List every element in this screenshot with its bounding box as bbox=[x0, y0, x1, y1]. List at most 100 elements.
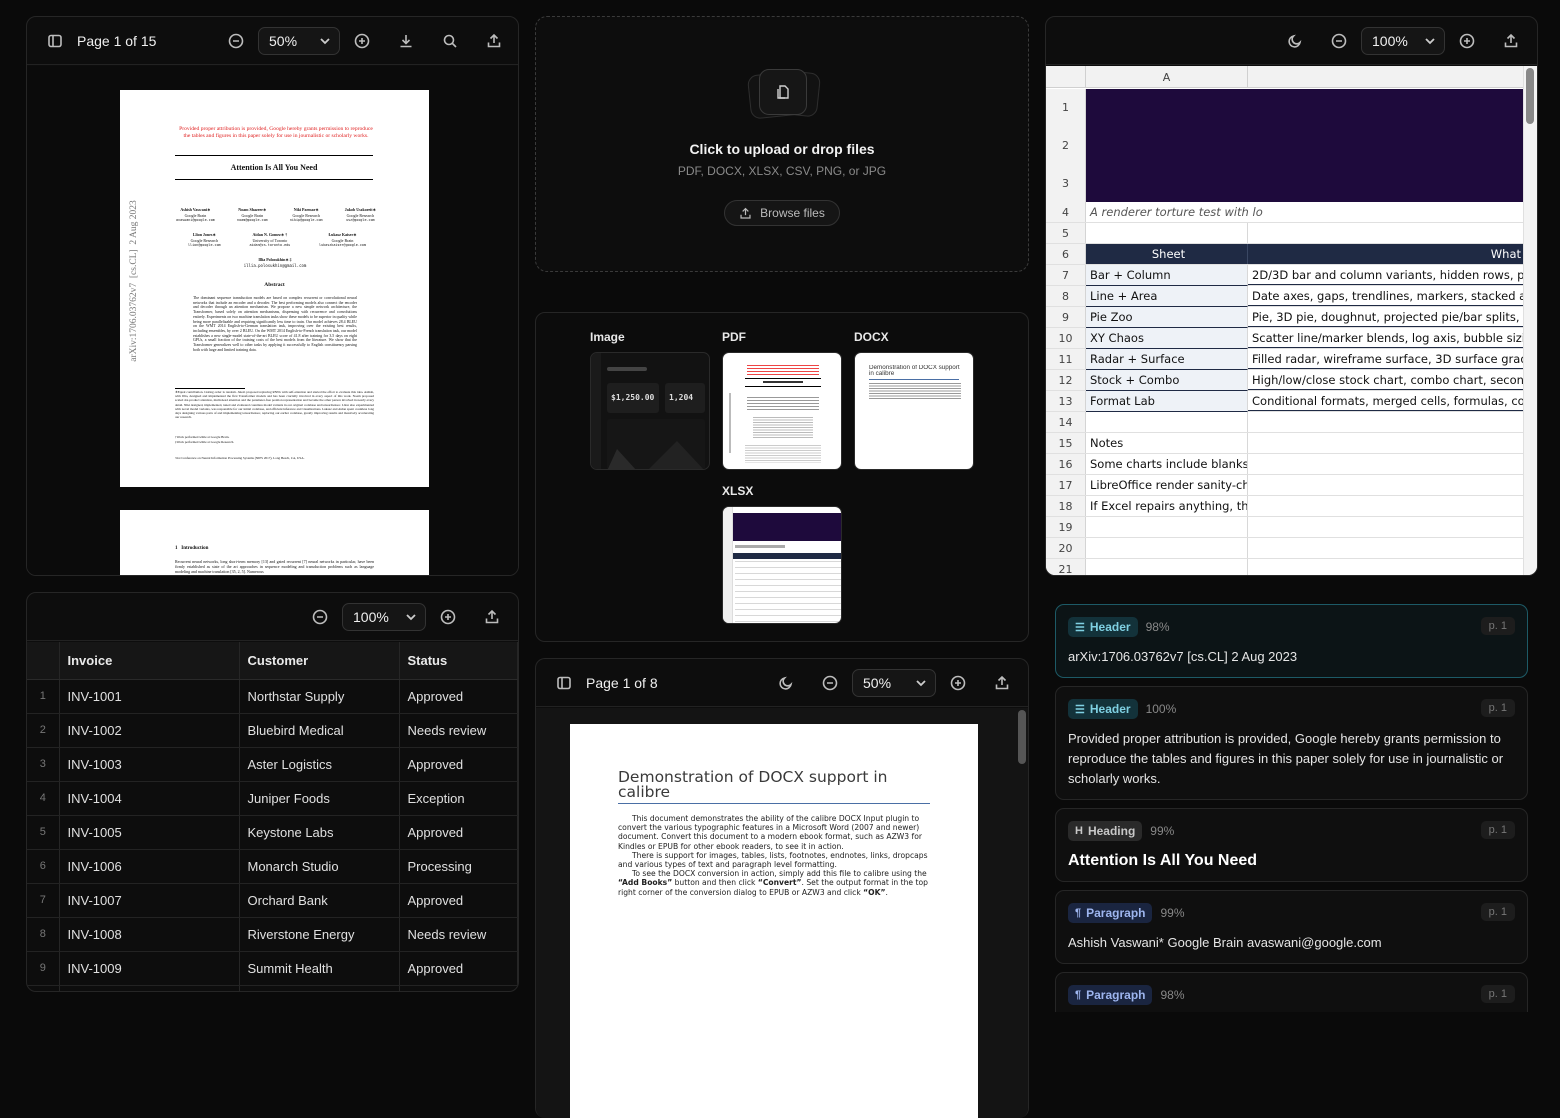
share-icon[interactable] bbox=[482, 29, 506, 53]
zoom-out-icon[interactable] bbox=[1327, 29, 1351, 53]
zoom-out-icon[interactable] bbox=[818, 671, 842, 695]
row-number[interactable]: 3 bbox=[1046, 164, 1086, 202]
download-icon[interactable] bbox=[394, 29, 418, 53]
cell-b[interactable]: Date axes, gaps, trendlines, markers, st… bbox=[1248, 286, 1523, 306]
cell-a[interactable]: Line + Area bbox=[1086, 286, 1248, 307]
cell-a[interactable]: Format Lab bbox=[1086, 391, 1248, 412]
zoom-out-icon[interactable] bbox=[308, 605, 332, 629]
scrollbar-thumb[interactable] bbox=[1018, 710, 1026, 764]
cell-b[interactable] bbox=[1248, 433, 1523, 453]
cell-a[interactable] bbox=[1086, 517, 1248, 537]
row-number[interactable]: 8 bbox=[1046, 286, 1086, 306]
content-block[interactable]: ¶ Paragraph 99% p. 1 Ashish Vaswani* Google … bbox=[1055, 890, 1528, 964]
scrollbar-thumb[interactable] bbox=[1526, 68, 1534, 124]
table-row[interactable]: 3 INV-1003 Aster Logistics Approved bbox=[27, 747, 518, 782]
zoom-out-icon[interactable] bbox=[224, 29, 248, 53]
table-scroll[interactable]: Invoice Customer Status 1 INV-1001 Northst… bbox=[27, 642, 518, 991]
cell-b[interactable]: Conditional formats, merged cells, formu… bbox=[1248, 391, 1523, 411]
content-block[interactable]: ¶ Paragraph 98% p. 1 bbox=[1055, 972, 1528, 1012]
dark-mode-icon[interactable] bbox=[1283, 29, 1307, 53]
sample-xlsx-thumbnail[interactable] bbox=[722, 506, 842, 624]
share-icon[interactable] bbox=[990, 671, 1014, 695]
browse-files-button[interactable]: Browse files bbox=[724, 200, 840, 226]
row-number[interactable]: 15 bbox=[1046, 433, 1086, 453]
cell-a[interactable] bbox=[1086, 223, 1248, 243]
cell-a[interactable] bbox=[1086, 89, 1248, 126]
cell-a[interactable] bbox=[1086, 559, 1248, 575]
table-row[interactable]: 1 INV-1001 Northstar Supply Approved bbox=[27, 679, 518, 714]
cell-b[interactable]: Pie, 3D pie, doughnut, projected pie/bar… bbox=[1248, 307, 1523, 327]
table-row[interactable]: 8 INV-1008 Riverstone Energy Needs review bbox=[27, 917, 518, 952]
dark-mode-icon[interactable] bbox=[774, 671, 798, 695]
row-number[interactable]: 10 bbox=[1046, 328, 1086, 348]
table-row[interactable]: 6 INV-1006 Monarch Studio Processing bbox=[27, 849, 518, 884]
zoom-select[interactable]: 100% bbox=[342, 602, 426, 631]
row-number[interactable]: 12 bbox=[1046, 370, 1086, 390]
column-header[interactable]: Status bbox=[399, 642, 518, 680]
cell-a[interactable]: Pie Zoo bbox=[1086, 307, 1248, 328]
cell-b[interactable]: What bbox=[1248, 244, 1523, 264]
cell-b[interactable]: Filled radar, wireframe surface, 3D surf… bbox=[1248, 349, 1523, 369]
cell-b[interactable]: High/low/close stock chart, combo chart,… bbox=[1248, 370, 1523, 390]
cell-b[interactable] bbox=[1248, 126, 1523, 164]
cell-b[interactable]: 2D/3D bar and column variants, hidden ro… bbox=[1248, 265, 1523, 285]
cell-b[interactable] bbox=[1248, 454, 1523, 474]
row-number[interactable]: 9 bbox=[1046, 307, 1086, 327]
cell-b[interactable]: Scatter line/marker blends, log axis, bu… bbox=[1248, 328, 1523, 348]
row-number[interactable]: 7 bbox=[1046, 265, 1086, 285]
share-icon[interactable] bbox=[480, 605, 504, 629]
row-number[interactable]: 20 bbox=[1046, 538, 1086, 558]
sheet-grid[interactable]: A 1234A renderer torture test with lo 5 6 S… bbox=[1046, 66, 1537, 575]
row-number[interactable]: 6 bbox=[1046, 244, 1086, 264]
content-block[interactable]: ☰ Header 100% p. 1 Provided proper attributi… bbox=[1055, 686, 1528, 800]
content-block[interactable]: ☰ Header 98% p. 1 arXiv:1706.03762v7 [cs.CL]… bbox=[1055, 604, 1528, 678]
row-number[interactable]: 1 bbox=[1046, 89, 1086, 126]
column-header[interactable]: Invoice bbox=[59, 642, 240, 680]
row-number[interactable]: 5 bbox=[1046, 223, 1086, 243]
row-number[interactable]: 4 bbox=[1046, 202, 1086, 222]
docx-canvas[interactable]: Demonstration of DOCX support in calibre… bbox=[536, 708, 1028, 1118]
zoom-select[interactable]: 50% bbox=[258, 26, 340, 55]
share-icon[interactable] bbox=[1499, 29, 1523, 53]
cell-b[interactable] bbox=[1248, 89, 1523, 126]
cell-b[interactable] bbox=[1248, 475, 1523, 495]
cell-a[interactable]: Notes bbox=[1086, 433, 1248, 453]
cell-b[interactable] bbox=[1248, 496, 1523, 516]
zoom-select[interactable]: 100% bbox=[1361, 26, 1445, 55]
zoom-in-icon[interactable] bbox=[1455, 29, 1479, 53]
cell-a[interactable]: Bar + Column bbox=[1086, 265, 1248, 286]
table-row[interactable]: 7 INV-1007 Orchard Bank Approved bbox=[27, 883, 518, 918]
cell-b[interactable] bbox=[1248, 538, 1523, 558]
column-header-a[interactable]: A bbox=[1086, 66, 1248, 88]
cell-a[interactable] bbox=[1086, 538, 1248, 558]
row-number[interactable]: 16 bbox=[1046, 454, 1086, 474]
sample-image-thumbnail[interactable]: $1,250.00 1,204 bbox=[590, 352, 710, 470]
zoom-in-icon[interactable] bbox=[350, 29, 374, 53]
search-icon[interactable] bbox=[438, 29, 462, 53]
row-number[interactable]: 14 bbox=[1046, 412, 1086, 432]
row-number[interactable]: 21 bbox=[1046, 559, 1086, 575]
cell-a[interactable]: Some charts include blanks, h bbox=[1086, 454, 1248, 474]
table-row[interactable]: 5 INV-1005 Keystone Labs Approved bbox=[27, 815, 518, 850]
upload-dropzone[interactable]: Click to upload or drop files PDF, DOCX,… bbox=[535, 16, 1029, 272]
sample-pdf-thumbnail[interactable] bbox=[722, 352, 842, 470]
cell-b[interactable] bbox=[1248, 559, 1523, 575]
sidebar-toggle-icon[interactable] bbox=[552, 671, 576, 695]
row-number[interactable]: 19 bbox=[1046, 517, 1086, 537]
column-header[interactable]: Customer bbox=[239, 642, 400, 680]
sidebar-toggle-icon[interactable] bbox=[43, 29, 67, 53]
cell-a[interactable]: LibreOffice render sanity-chec bbox=[1086, 475, 1248, 495]
cell-a[interactable]: XY Chaos bbox=[1086, 328, 1248, 349]
cell-a[interactable] bbox=[1086, 126, 1248, 164]
cell-b[interactable] bbox=[1248, 223, 1523, 243]
row-number[interactable]: 18 bbox=[1046, 496, 1086, 516]
cell-b[interactable] bbox=[1248, 412, 1523, 432]
table-row[interactable]: 4 INV-1004 Juniper Foods Exception bbox=[27, 781, 518, 816]
cell-b[interactable] bbox=[1248, 517, 1523, 537]
table-row[interactable]: 9 INV-1009 Summit Health Approved bbox=[27, 951, 518, 986]
content-block[interactable]: H Heading 99% p. 1 Attention Is All You Need bbox=[1055, 808, 1528, 882]
cell-a[interactable]: Radar + Surface bbox=[1086, 349, 1248, 370]
cell-a[interactable]: If Excel repairs anything, that bbox=[1086, 496, 1248, 516]
table-row[interactable]: 2 INV-1002 Bluebird Medical Needs review bbox=[27, 713, 518, 748]
cell-b[interactable] bbox=[1248, 202, 1523, 222]
